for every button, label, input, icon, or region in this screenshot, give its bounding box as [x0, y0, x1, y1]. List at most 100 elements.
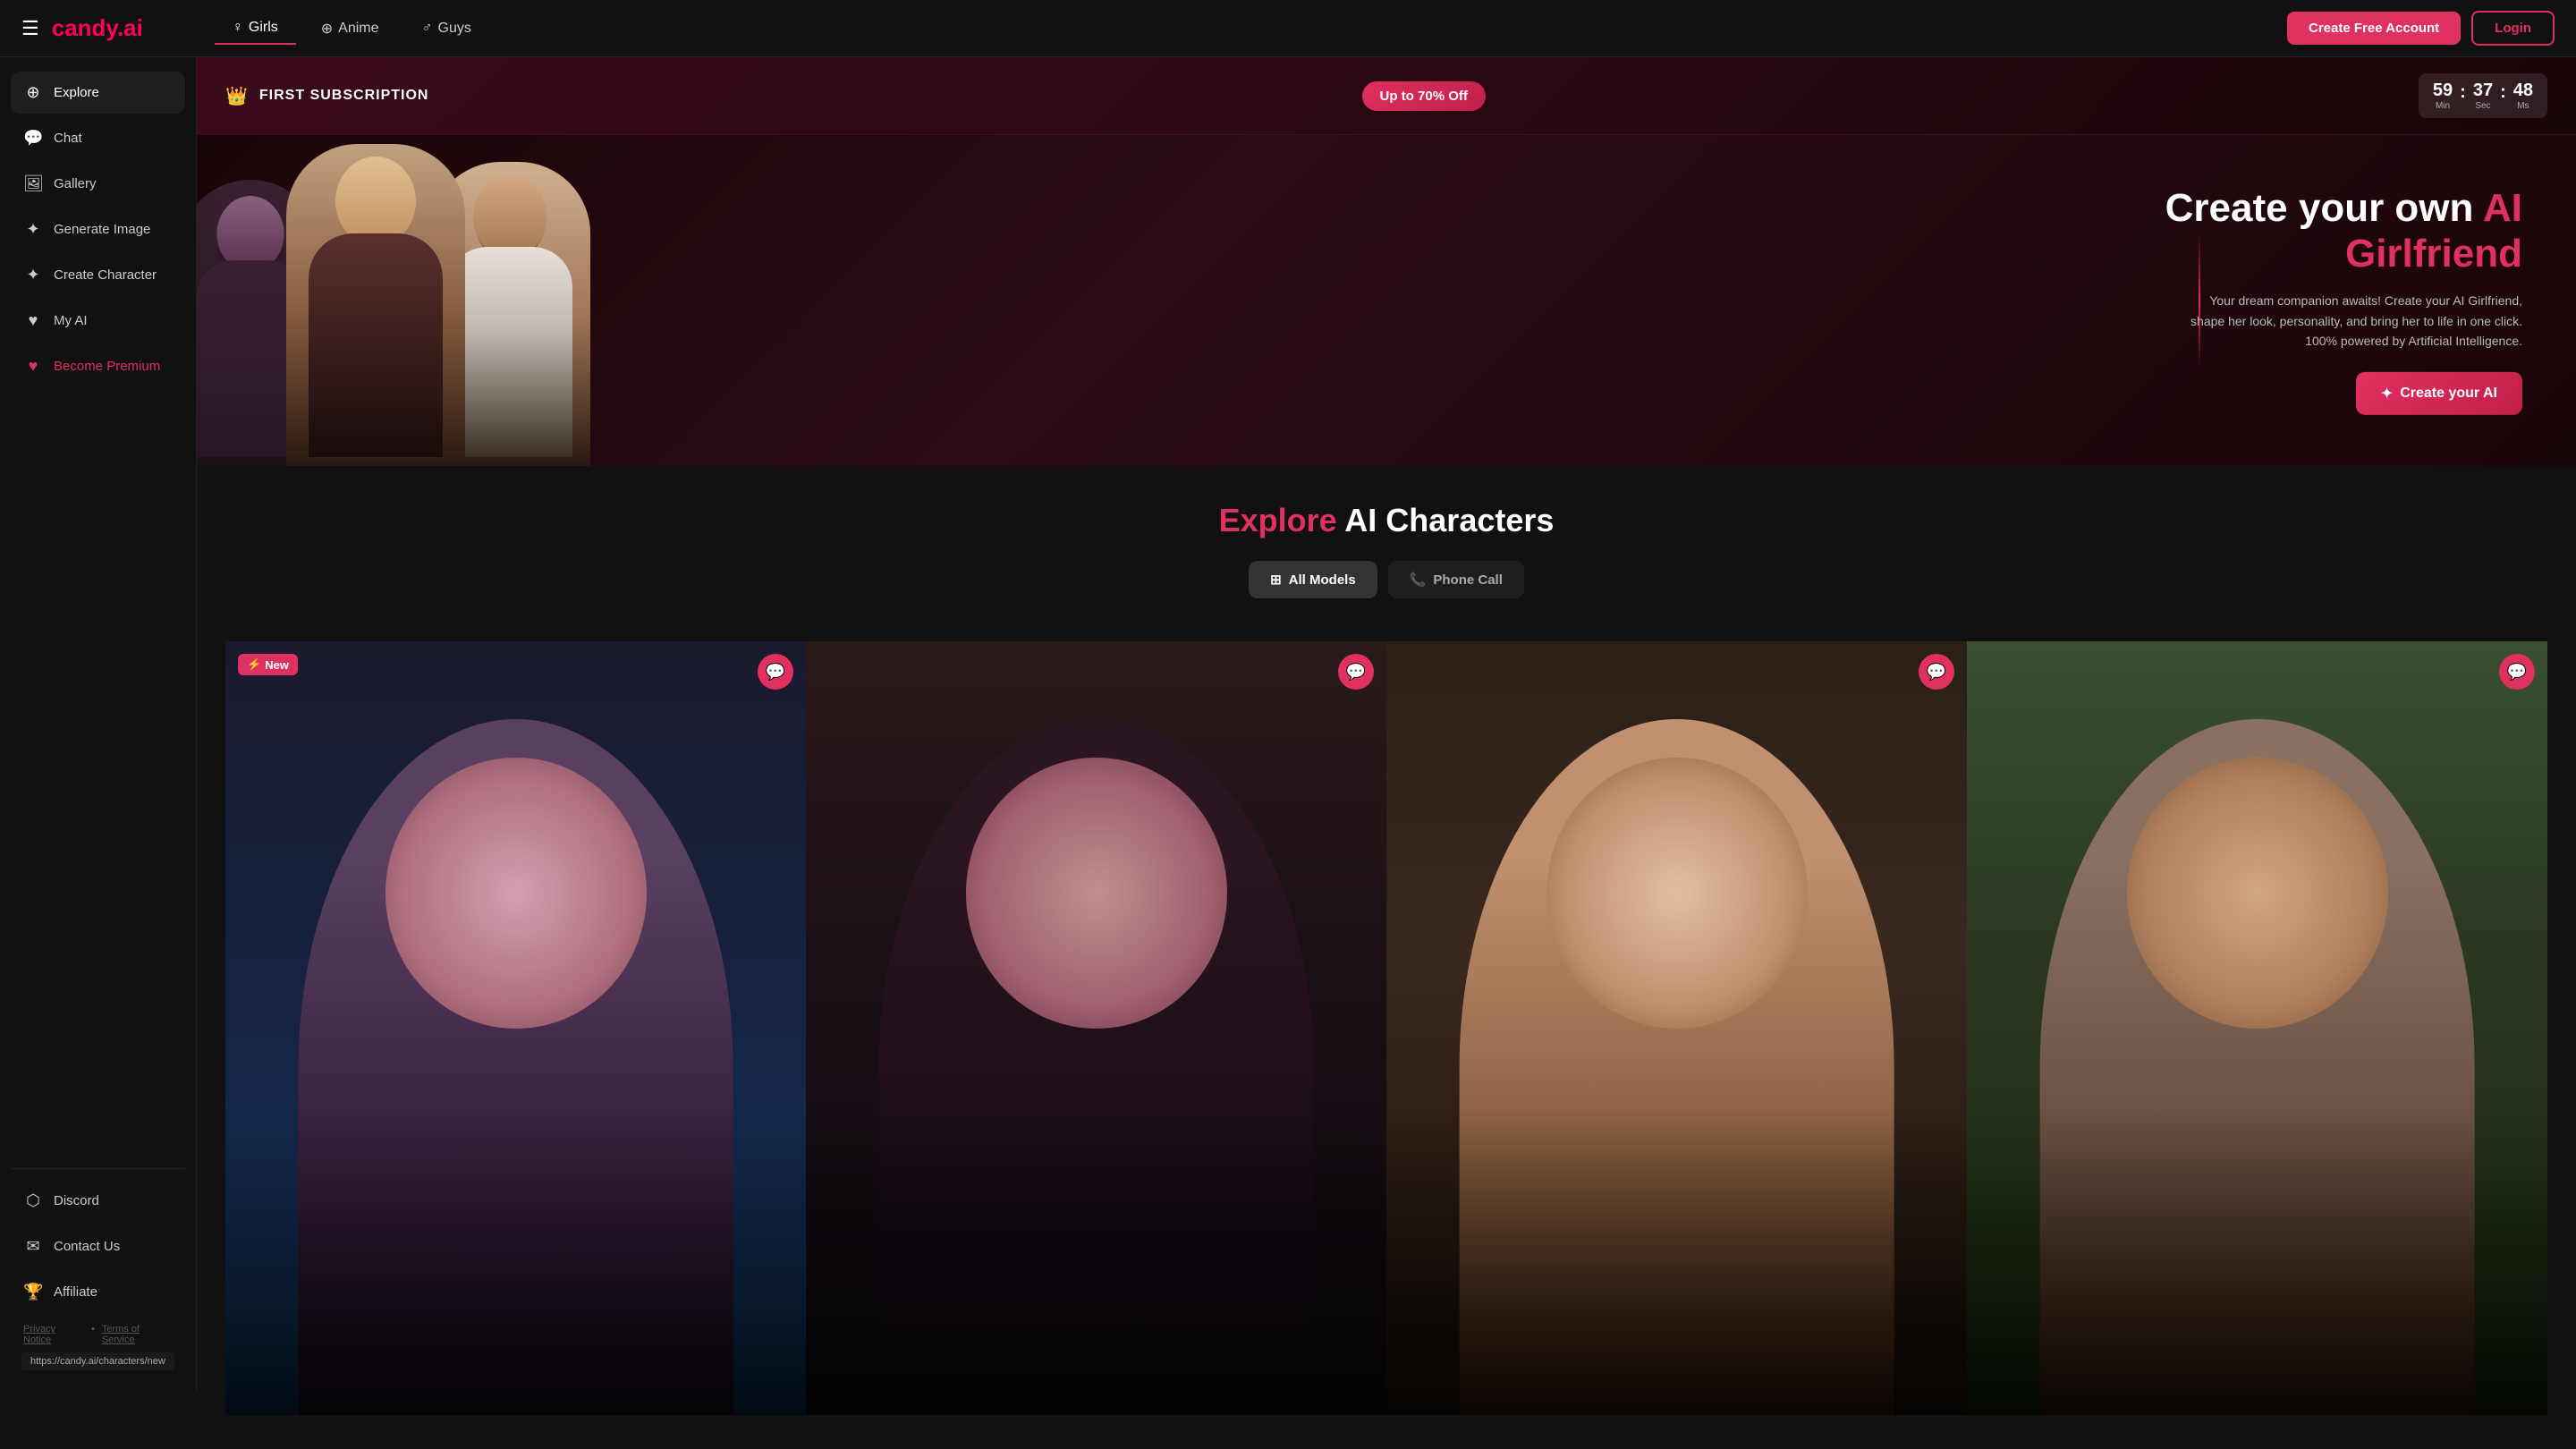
- chat-button-3[interactable]: 💬: [1919, 654, 1954, 690]
- header: ☰ candy.ai ♀ Girls ⊕ Anime ♂ Guys Create…: [0, 0, 2576, 57]
- create-account-button[interactable]: Create Free Account: [2287, 12, 2461, 45]
- chat-button-1[interactable]: 💬: [758, 654, 793, 690]
- logo[interactable]: candy.ai: [52, 14, 179, 42]
- sidebar-item-explore[interactable]: ⊕ Explore: [11, 72, 185, 114]
- char-2-face: [965, 758, 1226, 1029]
- new-badge-1: ⚡ New: [238, 654, 298, 675]
- sidebar-explore-label: Explore: [54, 85, 99, 100]
- sidebar-item-discord[interactable]: ⬡ Discord: [11, 1180, 185, 1222]
- nav-tab-guys[interactable]: ♂ Guys: [404, 13, 489, 45]
- sidebar-chat-label: Chat: [54, 131, 82, 146]
- char-3-face: [1546, 758, 1807, 1029]
- timer-min-label: Min: [2433, 101, 2453, 111]
- subscription-banner[interactable]: 👑 FIRST SUBSCRIPTION Up to 70% Off 59 Mi…: [197, 57, 2576, 135]
- create-char-icon: ✦: [23, 266, 43, 284]
- sidebar-item-create-character[interactable]: ✦ Create Character: [11, 254, 185, 296]
- chat-icon: 💬: [23, 129, 43, 148]
- anime-icon: ⊕: [321, 20, 333, 38]
- sidebar-main-items: ⊕ Explore 💬 Chat 🖼 Gallery ✦ Generate Im…: [11, 72, 185, 1157]
- sidebar-item-my-ai[interactable]: ♥ My AI: [11, 300, 185, 342]
- char-3-overlay: [1386, 1106, 1967, 1415]
- login-button[interactable]: Login: [2471, 11, 2555, 46]
- sidebar-item-gallery[interactable]: 🖼 Gallery: [11, 163, 185, 205]
- terms-link[interactable]: Terms of Service: [102, 1324, 173, 1345]
- nav-tabs: ♀ Girls ⊕ Anime ♂ Guys: [215, 13, 2287, 45]
- banner-left: 👑 FIRST SUBSCRIPTION: [225, 85, 428, 107]
- nav-tab-girls[interactable]: ♀ Girls: [215, 13, 296, 45]
- nav-tab-guys-label: Guys: [438, 21, 471, 37]
- sidebar-affiliate-label: Affiliate: [54, 1284, 97, 1300]
- char-4-face: [2126, 758, 2387, 1029]
- timer-sec-label: Sec: [2473, 101, 2493, 111]
- character-card-2[interactable]: 💬: [806, 641, 1386, 1415]
- wand-icon: ✦: [2381, 385, 2393, 402]
- char-1-face: [385, 758, 646, 1029]
- timer-ms-block: 48 Ms: [2513, 80, 2533, 111]
- chat-button-4[interactable]: 💬: [2499, 654, 2535, 690]
- nav-tab-anime[interactable]: ⊕ Anime: [303, 13, 397, 45]
- privacy-link[interactable]: Privacy Notice: [23, 1324, 84, 1345]
- char-2-overlay: [806, 1106, 1386, 1415]
- logo-text: candy: [52, 14, 117, 41]
- nav-tab-anime-label: Anime: [338, 21, 378, 37]
- generate-icon: ✦: [23, 220, 43, 239]
- filter-all-models[interactable]: ⊞ All Models: [1249, 561, 1377, 598]
- explore-section: Explore AI Characters ⊞ All Models 📞 Pho…: [197, 466, 2576, 641]
- sidebar-gallery-label: Gallery: [54, 176, 97, 191]
- create-ai-button[interactable]: ✦ Create your AI: [2356, 372, 2522, 415]
- phone-icon: 📞: [1410, 572, 1427, 588]
- chat-button-2[interactable]: 💬: [1338, 654, 1374, 690]
- sidebar-premium-label: Become Premium: [54, 359, 160, 374]
- character-card-3[interactable]: 💬: [1386, 641, 1967, 1415]
- header-actions: Create Free Account Login: [2287, 11, 2555, 46]
- girls-icon: ♀: [233, 20, 243, 36]
- sidebar-create-char-label: Create Character: [54, 267, 157, 283]
- nav-tab-girls-label: Girls: [249, 20, 278, 36]
- sidebar-item-affiliate[interactable]: 🏆 Affiliate: [11, 1271, 185, 1313]
- timer-ms: 48: [2513, 80, 2533, 101]
- my-ai-icon: ♥: [23, 311, 43, 330]
- sidebar-item-contact[interactable]: ✉ Contact Us: [11, 1225, 185, 1267]
- banner-label: FIRST SUBSCRIPTION: [259, 88, 429, 104]
- all-models-icon: ⊞: [1270, 572, 1282, 588]
- filter-phone-call[interactable]: 📞 Phone Call: [1388, 561, 1524, 598]
- sidebar-footer: Privacy Notice • Terms of Service: [11, 1317, 185, 1352]
- sidebar-item-generate-image[interactable]: ✦ Generate Image: [11, 208, 185, 250]
- explore-icon: ⊕: [23, 83, 43, 102]
- phone-call-label: Phone Call: [1433, 572, 1503, 588]
- character-card-1[interactable]: ⚡ New 💬: [225, 641, 806, 1415]
- explore-title-suffix: AI Characters: [1337, 502, 1555, 538]
- premium-icon: ♥: [23, 357, 43, 376]
- sidebar-item-premium[interactable]: ♥ Become Premium: [11, 345, 185, 387]
- character-card-4[interactable]: 💬: [1967, 641, 2547, 1415]
- sidebar-my-ai-label: My AI: [54, 313, 88, 328]
- timer-seconds: 37: [2473, 80, 2493, 101]
- crown-icon: 👑: [225, 85, 249, 107]
- all-models-label: All Models: [1289, 572, 1356, 588]
- main-content: 👑 FIRST SUBSCRIPTION Up to 70% Off 59 Mi…: [197, 57, 2576, 1415]
- hamburger-button[interactable]: ☰: [21, 17, 39, 40]
- create-ai-label: Create your AI: [2400, 386, 2497, 402]
- discord-icon: ⬡: [23, 1191, 43, 1210]
- sidebar-bottom: ⬡ Discord ✉ Contact Us 🏆 Affiliate Priva…: [11, 1168, 185, 1377]
- url-bar: https://candy.ai/characters/new: [21, 1352, 174, 1370]
- guys-icon: ♂: [422, 21, 433, 37]
- explore-title: Explore AI Characters: [225, 502, 2547, 539]
- contact-icon: ✉: [23, 1237, 43, 1256]
- lightning-icon: ⚡: [247, 657, 261, 672]
- sidebar-item-chat[interactable]: 💬 Chat: [11, 117, 185, 159]
- sidebar-generate-label: Generate Image: [54, 222, 150, 237]
- hero-section: Create your own AI Girlfriend Your dream…: [197, 135, 2576, 466]
- timer-sep-1: :: [2460, 82, 2466, 110]
- banner-discount: Up to 70% Off: [1362, 81, 1486, 111]
- countdown-timer: 59 Min : 37 Sec : 48 Ms: [2419, 73, 2547, 118]
- char-4-overlay: [1967, 1106, 2547, 1415]
- hero-girl-2: [286, 144, 465, 466]
- sidebar: ⊕ Explore 💬 Chat 🖼 Gallery ✦ Generate Im…: [0, 57, 197, 1392]
- timer-minutes-block: 59 Min: [2433, 80, 2453, 111]
- hero-content: Create your own AI Girlfriend Your dream…: [2075, 186, 2522, 415]
- timer-ms-label: Ms: [2513, 101, 2533, 111]
- timer-sep-2: :: [2500, 82, 2506, 110]
- hero-title-prefix: Create your own: [2165, 186, 2483, 230]
- hero-title: Create your own AI Girlfriend: [2075, 186, 2522, 276]
